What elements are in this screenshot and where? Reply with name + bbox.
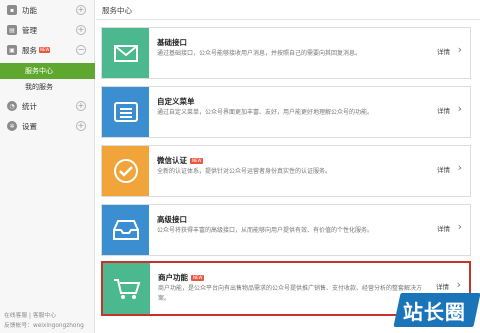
chevron-right-icon[interactable]: › [457,279,461,290]
expand-plus-icon[interactable]: + [76,5,86,15]
stats-icon: ◔ [7,101,17,111]
settings-icon: ✲ [7,121,17,131]
new-badge: NEW [39,47,51,53]
sidebar-group-label: 管理 [22,25,37,35]
collapse-minus-icon[interactable]: − [76,45,86,55]
service-card-advanced-api[interactable]: 高级接口 公众号将获得丰富的高级接口，从而能够向用户提供有效、有价值的个性化服务… [101,204,471,256]
details-link[interactable]: 详情 [437,46,450,56]
service-card-custom-menu[interactable]: 自定义菜单 通过自定义菜单，公众号界面更加丰富、友好，用户能更好地理解公众号的功… [101,86,471,138]
card-title: 商户功能 NEW [158,272,205,283]
feedback-account-label: 反馈帐号： [4,323,33,329]
inbox-tray-icon [102,205,149,255]
chevron-right-icon[interactable]: › [458,103,462,114]
details-link[interactable]: 详情 [437,164,450,174]
feedback-account-value: weixingongzhong [33,323,84,329]
card-description: 通过自定义菜单，公众号界面更加丰富、友好，用户能更好地理解公众号的功能。 [157,109,374,116]
service-icon: ▣ [7,45,17,55]
manage-icon: ▤ [7,25,17,35]
details-link[interactable]: 详情 [436,281,449,291]
expand-plus-icon[interactable]: + [76,101,86,111]
footer-links[interactable]: 在线客服 | 客服中心 [4,310,56,319]
divider [96,19,480,20]
expand-plus-icon[interactable]: + [76,121,86,131]
main-content: 服务中心 基础接口 通过基础接口，公众号能够接收用户消息，并按照自己的需要向其回… [96,0,480,333]
card-title: 基础接口 [157,38,187,47]
sidebar-group-manage[interactable]: ▤ 管理 + [0,20,95,40]
sidebar-group-service[interactable]: ▣ 服务 NEW − [0,40,95,60]
watermark-logo: 站长圈 [393,293,480,327]
sidebar-group-stats[interactable]: ◔ 统计 + [0,96,95,116]
sidebar-item-my-services[interactable]: 我的服务 [0,79,95,95]
cart-icon [103,263,150,314]
page-title: 服务中心 [102,6,132,15]
sidebar-group-label: 设置 [22,121,37,131]
card-title-text: 商户功能 [158,273,188,282]
service-card-basic-api[interactable]: 基础接口 通过基础接口，公众号能够接收用户消息，并按照自己的需要向其回复消息。 … [101,27,471,79]
card-title-text: 微信认证 [157,156,187,165]
feedback-account: 反馈帐号：weixingongzhong [4,320,84,329]
sidebar-group-label: 服务 [22,45,37,55]
function-icon: ▪ [7,5,17,15]
chevron-right-icon[interactable]: › [458,162,462,173]
new-badge: NEW [190,158,204,164]
details-link[interactable]: 详情 [437,105,450,115]
card-description: 全新的认证体系，提供针对公众号运营者身份真实性的认证服务。 [157,168,332,175]
menu-icon [102,87,149,137]
card-title: 微信认证 NEW [157,155,204,166]
message-icon [102,28,149,78]
sidebar-group-settings[interactable]: ✲ 设置 + [0,116,95,136]
service-card-wechat-verification[interactable]: 微信认证 NEW 全新的认证体系，提供针对公众号运营者身份真实性的认证服务。 详情… [101,145,471,197]
details-link[interactable]: 详情 [437,223,450,233]
card-description: 商户功能，是公众平台向有出售物品需求的公众号提供推广销售、支付收款、经营分析的整… [158,285,423,302]
new-badge: NEW [191,275,205,281]
expand-plus-icon[interactable]: + [76,25,86,35]
card-title: 高级接口 [157,215,187,224]
card-title: 自定义菜单 [157,97,195,106]
sidebar-group-label: 功能 [22,5,37,15]
card-description: 通过基础接口，公众号能够接收用户消息，并按照自己的需要向其回复消息。 [157,50,362,57]
card-description: 公众号将获得丰富的高级接口，从而能够向用户提供有效、有价值的个性化服务。 [157,227,374,234]
sidebar-group-label: 统计 [22,101,37,111]
sidebar-item-service-center[interactable]: 服务中心 [0,63,95,79]
chevron-right-icon[interactable]: › [458,44,462,55]
chevron-right-icon[interactable]: › [458,221,462,232]
check-badge-icon [102,146,149,196]
sidebar-group-function[interactable]: ▪ 功能 + [0,0,95,20]
watermark-text: 站长圈 [402,300,466,324]
sidebar: ▪ 功能 + ▤ 管理 + ▣ 服务 NEW − 服务中心 我的服务 ◔ 统计 … [0,0,95,333]
